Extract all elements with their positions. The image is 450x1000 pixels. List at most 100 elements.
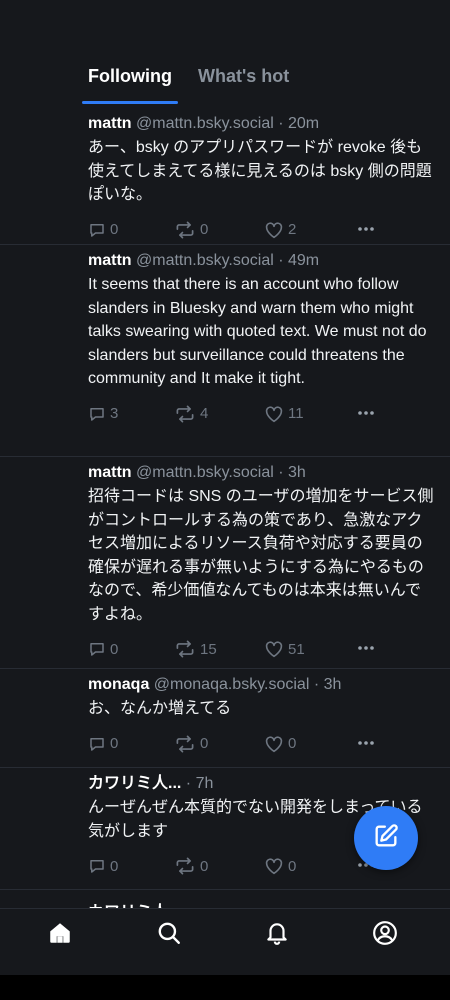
- repost-icon: [174, 857, 196, 875]
- repost-button[interactable]: 4: [174, 405, 208, 423]
- post-text: It seems that there is an account who fo…: [88, 276, 427, 387]
- reply-count: 0: [110, 221, 119, 238]
- heart-icon: [264, 405, 284, 423]
- like-button[interactable]: 2: [264, 221, 296, 239]
- reply-button[interactable]: 0: [88, 221, 118, 239]
- repost-count: 0: [200, 221, 209, 238]
- repost-count: 0: [200, 735, 209, 752]
- tab-following[interactable]: Following: [88, 66, 172, 87]
- repost-count: 0: [200, 857, 209, 875]
- ellipsis-icon: [356, 403, 376, 423]
- reply-count: 3: [110, 405, 119, 422]
- bell-icon: [264, 920, 290, 950]
- post-actions: 3 4 11: [88, 397, 434, 437]
- repost-icon: [174, 221, 196, 239]
- post-header: カワリミ人... · 7h: [88, 774, 434, 794]
- more-options-button[interactable]: [356, 403, 376, 423]
- active-tab-indicator: [82, 101, 178, 104]
- repost-icon: [174, 735, 196, 753]
- post[interactable]: mattn @mattn.bsky.social · 20m あー、bsky の…: [0, 108, 450, 245]
- post-text: あー、bsky のアプリパスワードが revoke 後も使えてしまえてる様に見え…: [88, 139, 432, 203]
- repost-button[interactable]: 0: [174, 735, 208, 753]
- more-options-button[interactable]: [356, 638, 376, 658]
- nav-notifications[interactable]: [263, 921, 291, 949]
- post[interactable]: mattn @mattn.bsky.social · 3h 招待コードは SNS…: [0, 457, 450, 669]
- author-handle[interactable]: @mattn.bsky.social: [136, 464, 274, 481]
- feed-list: mattn @mattn.bsky.social · 20m あー、bsky の…: [0, 108, 450, 890]
- reply-count: 0: [110, 735, 119, 752]
- compose-icon: [372, 822, 400, 854]
- ellipsis-icon: [356, 638, 376, 658]
- nav-home[interactable]: [46, 921, 74, 949]
- reply-button[interactable]: 0: [88, 640, 118, 658]
- author-handle[interactable]: @mattn.bsky.social: [136, 252, 274, 269]
- post-text: 招待コードは SNS のユーザの増加をサービス側がコントロールする為の策であり、…: [88, 488, 434, 623]
- more-options-button[interactable]: [356, 219, 376, 239]
- author-handle[interactable]: @mattn.bsky.social: [136, 115, 274, 132]
- repost-button[interactable]: 0: [174, 857, 208, 875]
- heart-icon: [264, 735, 284, 753]
- repost-icon: [174, 640, 196, 658]
- nav-profile[interactable]: [371, 921, 399, 949]
- feed-tabs: Following What's hot: [0, 64, 450, 106]
- repost-icon: [174, 405, 196, 423]
- ellipsis-icon: [356, 219, 376, 239]
- reply-button[interactable]: 0: [88, 857, 118, 875]
- repost-count: 15: [200, 640, 217, 658]
- reply-button[interactable]: 3: [88, 405, 118, 423]
- post-header: mattn @mattn.bsky.social · 20m: [88, 114, 434, 134]
- post[interactable]: monaqa @monaqa.bsky.social · 3h お、なんか増えて…: [0, 669, 450, 768]
- author-name[interactable]: カワリミ人...: [88, 775, 181, 792]
- ellipsis-icon: [356, 733, 376, 753]
- post-actions: 0 15 51: [88, 632, 434, 672]
- like-count: 11: [288, 405, 304, 422]
- like-count: 0: [288, 735, 297, 752]
- like-button[interactable]: 0: [264, 857, 296, 875]
- heart-icon: [264, 640, 284, 658]
- profile-icon: [372, 920, 398, 950]
- like-button[interactable]: 51: [264, 640, 305, 658]
- like-count: 2: [288, 221, 297, 238]
- post-header: monaqa @monaqa.bsky.social · 3h: [88, 675, 434, 695]
- app-screen: Following What's hot mattn @mattn.bsky.s…: [0, 0, 450, 975]
- more-options-button[interactable]: [356, 733, 376, 753]
- comment-icon: [88, 735, 106, 753]
- nav-search[interactable]: [155, 921, 183, 949]
- compose-button[interactable]: [354, 806, 418, 870]
- repost-button[interactable]: 15: [174, 640, 217, 658]
- author-name[interactable]: mattn: [88, 115, 132, 132]
- author-name[interactable]: mattn: [88, 252, 132, 269]
- post[interactable]: mattn @mattn.bsky.social · 49m It seems …: [0, 245, 450, 457]
- comment-icon: [88, 405, 106, 423]
- post-time: · 20m: [278, 115, 320, 132]
- bottom-navigation: [0, 908, 450, 975]
- like-button[interactable]: 11: [264, 405, 304, 423]
- post-time: · 49m: [278, 252, 320, 269]
- post-text: お、なんか増えてる: [88, 700, 232, 717]
- repost-button[interactable]: 0: [174, 221, 208, 239]
- comment-icon: [88, 857, 106, 875]
- heart-icon: [264, 221, 284, 239]
- reply-count: 0: [110, 640, 119, 658]
- comment-icon: [88, 640, 106, 658]
- like-button[interactable]: 0: [264, 735, 296, 753]
- tab-whats-hot[interactable]: What's hot: [198, 66, 289, 87]
- post-time: · 3h: [313, 676, 342, 693]
- post-header: mattn @mattn.bsky.social · 49m: [88, 251, 434, 271]
- reply-count: 0: [110, 857, 119, 875]
- post-time: · 3h: [278, 464, 306, 481]
- search-icon: [156, 920, 182, 950]
- heart-icon: [264, 857, 284, 875]
- reply-button[interactable]: 0: [88, 735, 118, 753]
- like-count: 51: [288, 640, 305, 658]
- post-actions: 0 0 0: [88, 727, 434, 767]
- author-handle[interactable]: @monaqa.bsky.social: [154, 676, 310, 693]
- repost-count: 4: [200, 405, 209, 422]
- home-icon: [47, 920, 73, 950]
- author-name[interactable]: mattn: [88, 464, 132, 481]
- post-header: mattn @mattn.bsky.social · 3h: [88, 463, 434, 483]
- post-time: · 7h: [185, 775, 214, 792]
- like-count: 0: [288, 857, 297, 875]
- author-name[interactable]: monaqa: [88, 676, 149, 693]
- comment-icon: [88, 221, 106, 239]
